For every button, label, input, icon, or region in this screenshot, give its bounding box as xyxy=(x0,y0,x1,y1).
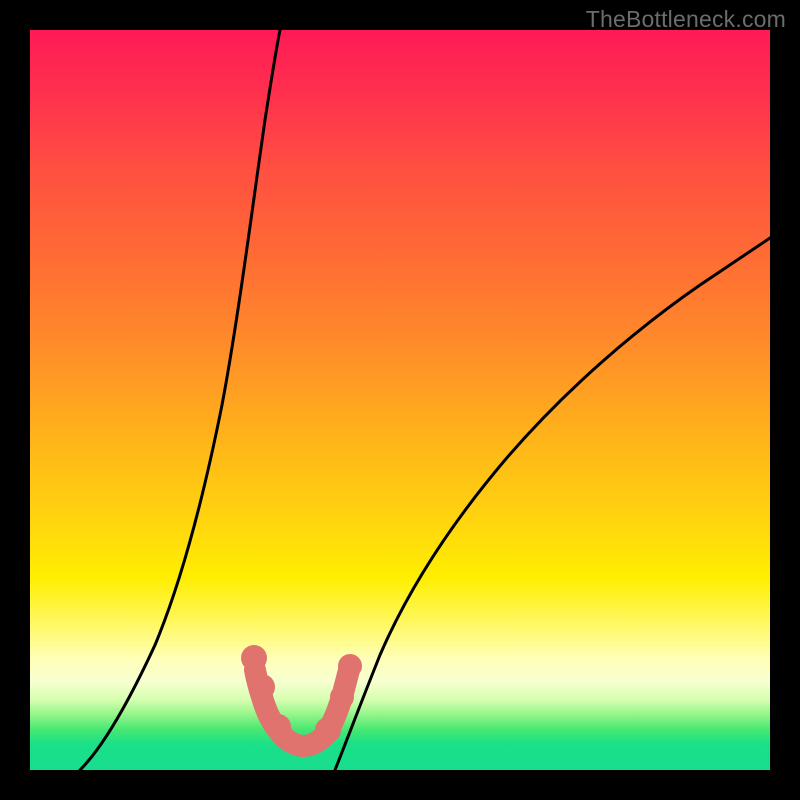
marker-dot xyxy=(265,714,291,740)
right-curve xyxy=(335,238,770,770)
marker-dot xyxy=(241,645,267,671)
watermark-text: TheBottleneck.com xyxy=(586,6,786,33)
marker-dot xyxy=(249,674,275,700)
plot-area xyxy=(30,30,770,770)
curves-svg xyxy=(30,30,770,770)
chart-frame: TheBottleneck.com xyxy=(0,0,800,800)
marker-dot xyxy=(315,717,341,743)
marker-dot xyxy=(338,654,362,678)
marker-dot xyxy=(330,685,354,709)
